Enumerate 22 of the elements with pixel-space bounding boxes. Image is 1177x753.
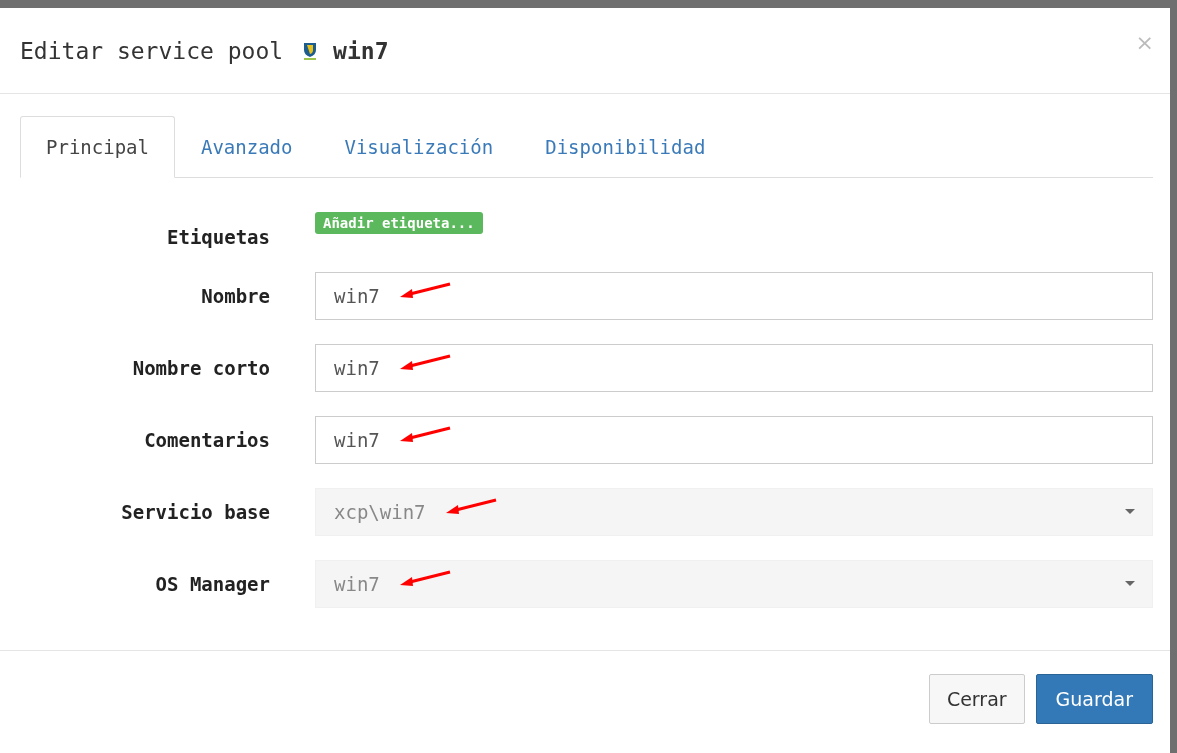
- dialog-title: Editar service pool: [20, 37, 284, 64]
- field-label: Etiquetas: [166, 226, 270, 248]
- tab[interactable]: Disponibilidad: [519, 116, 732, 178]
- close-button[interactable]: Cerrar: [928, 674, 1025, 724]
- pool-name: win7: [333, 37, 389, 64]
- field-label: Nombre corto: [131, 357, 270, 379]
- dropdown[interactable]: xcp\win7: [315, 488, 1153, 536]
- save-button[interactable]: Guardar: [1035, 674, 1153, 724]
- input-field[interactable]: win7: [315, 344, 1153, 392]
- add-tag-button[interactable]: Añadir etiqueta...: [315, 212, 483, 234]
- caret-icon: [1125, 509, 1135, 515]
- field-label: OS Manager: [154, 573, 270, 595]
- field-label: Nombre: [200, 285, 270, 307]
- field-label: Servicio base: [120, 501, 270, 523]
- field-label: Comentarios: [143, 429, 270, 451]
- dropdown[interactable]: win7: [315, 560, 1153, 608]
- input-field[interactable]: win7: [315, 272, 1153, 320]
- tab[interactable]: Avanzado: [174, 116, 319, 178]
- caret-icon: [1125, 581, 1135, 587]
- tab[interactable]: Principal: [20, 116, 175, 178]
- input-field[interactable]: win7: [315, 416, 1153, 464]
- tab[interactable]: Visualización: [318, 116, 520, 178]
